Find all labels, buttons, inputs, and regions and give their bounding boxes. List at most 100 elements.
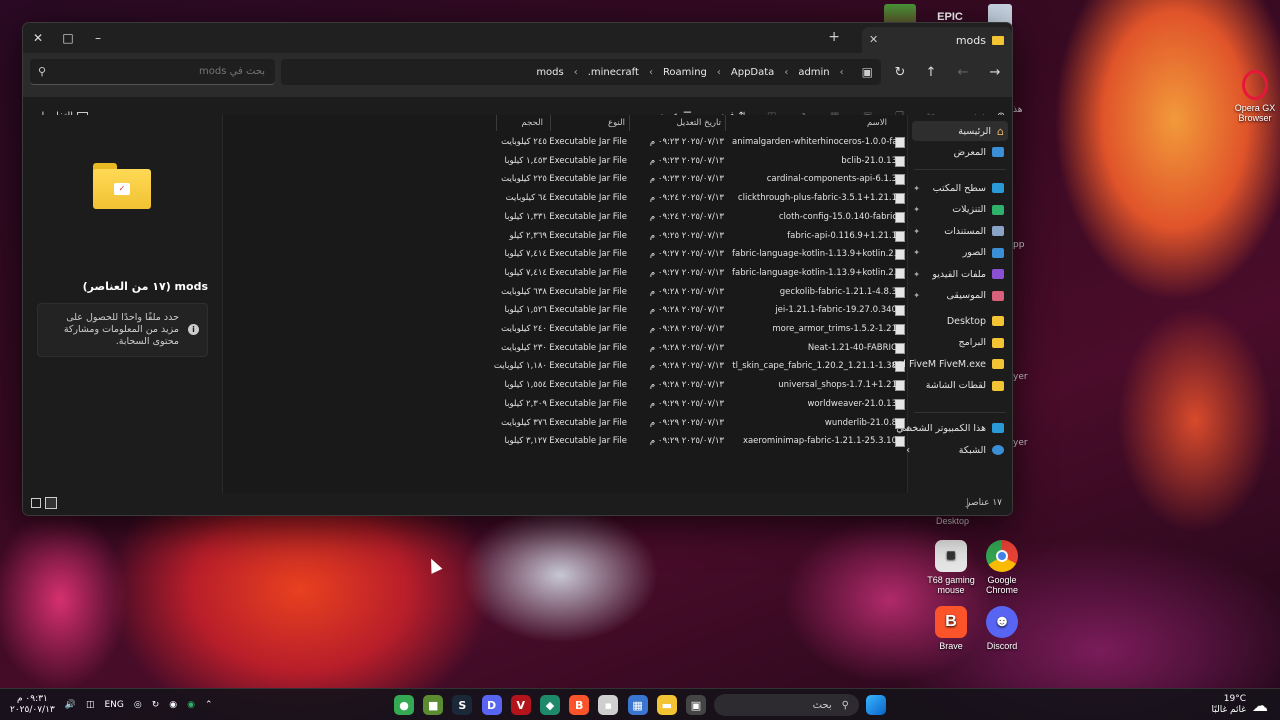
column-header-name[interactable]: الاسم bbox=[867, 115, 887, 131]
steam-tray-icon[interactable]: ◉ bbox=[169, 700, 177, 710]
file-row[interactable]: animalgarden-whiterhinoceros-1.0.0-fab..… bbox=[223, 133, 909, 152]
store-taskbar-icon[interactable]: ▦ bbox=[627, 695, 648, 715]
up-button[interactable]: ↑ bbox=[918, 59, 944, 85]
file-row[interactable]: worldweaver-21.0.13 ٢٠٢٥/٠٧/١٣ ٠٩:٢٩ م Exe… bbox=[223, 395, 909, 414]
documents-nav-icon bbox=[992, 226, 1004, 236]
column-header-type[interactable]: النوع bbox=[608, 115, 625, 131]
brave-taskbar-icon[interactable]: B bbox=[569, 695, 590, 715]
discord-taskbar-icon[interactable]: D bbox=[481, 695, 502, 715]
sync-icon[interactable]: ↻ bbox=[152, 700, 160, 710]
details-view-toggle[interactable] bbox=[31, 498, 41, 508]
close-tab-icon[interactable]: ✕ bbox=[869, 33, 878, 46]
weather-widget[interactable]: 19°C غائم غالبًا ☁ bbox=[1212, 689, 1268, 720]
back-button[interactable]: → bbox=[982, 59, 1008, 85]
microphone-icon[interactable]: ◎ bbox=[134, 700, 142, 710]
new-tab-button[interactable]: + bbox=[828, 29, 840, 45]
column-header-size[interactable]: الحجم bbox=[521, 115, 543, 131]
nav-folder-item[interactable]: Desktop bbox=[947, 311, 1004, 331]
breadcrumb-item[interactable]: Roaming bbox=[663, 67, 707, 78]
nav-folder-item[interactable]: لقطات الشاشة bbox=[926, 376, 1004, 396]
file-size: ٢٤٠ كيلوبايت bbox=[501, 324, 547, 334]
file-row[interactable]: cloth-config-15.0.140-fabric ٢٠٢٥/٠٧/١٣ ٠… bbox=[223, 208, 909, 227]
nav-network[interactable]: › الشبكة bbox=[906, 440, 1004, 460]
maximize-button[interactable]: □ bbox=[53, 23, 83, 53]
file-row[interactable]: universal_shops-1.7.1+1.21 ٢٠٢٥/٠٧/١٣ ٠٩:… bbox=[223, 376, 909, 395]
file-row[interactable]: Neat-1.21-40-FABRIC ٢٠٢٥/٠٧/١٣ ٠٩:٢٨ م Exe… bbox=[223, 339, 909, 358]
chrome-taskbar-icon[interactable]: ● bbox=[394, 695, 414, 715]
t68-mouse-shortcut[interactable]: ■ T68 gaming mouse bbox=[923, 540, 979, 595]
refresh-button[interactable]: ↻ bbox=[887, 59, 913, 85]
language-indicator[interactable]: ENG bbox=[104, 700, 123, 710]
nav-pinned-item[interactable]: ✦ الصور bbox=[913, 243, 1004, 263]
nav-home[interactable]: ⌂ الرئيسية bbox=[912, 121, 1008, 141]
voicemeeter-taskbar-icon[interactable]: V bbox=[510, 695, 531, 715]
search-box[interactable]: ⚲ bbox=[30, 59, 275, 85]
nav-this-pc[interactable]: › هذا الكمبيوتر الشخصي bbox=[896, 418, 1004, 438]
file-name: universal_shops-1.7.1+1.21 bbox=[778, 380, 897, 391]
brave-shortcut[interactable]: B Brave bbox=[923, 606, 979, 651]
shield-icon[interactable]: ◉ bbox=[187, 700, 195, 710]
file-name: fabric-language-kotlin-1.13.9+kotlin.2.3… bbox=[732, 267, 897, 278]
file-row[interactable]: geckolib-fabric-1.21.1-4.8.3 ٢٠٢٥/٠٧/١٣ ٠… bbox=[223, 283, 909, 302]
file-size: ١,٤٥٣ كيلوبا bbox=[504, 155, 547, 166]
taskbar-search[interactable]: بحث ⚲ bbox=[714, 694, 859, 716]
nav-pinned-item[interactable]: ✦ سطح المكتب bbox=[913, 178, 1004, 198]
nav-folder-item[interactable]: البرامج bbox=[958, 333, 1004, 353]
file-row[interactable]: bclib-21.0.13 ٢٠٢٥/٠٧/١٣ ٠٩:٢٣ م Executabl… bbox=[223, 152, 909, 171]
file-row[interactable]: fabric-api-0.116.9+1.21.1 ٢٠٢٥/٠٧/١٣ ٠٩:٢… bbox=[223, 227, 909, 246]
game-app-taskbar-icon[interactable]: ◆ bbox=[540, 695, 560, 715]
file-type: Executable Jar File bbox=[549, 398, 627, 409]
clock-time[interactable]: ٠٩:٣١ م bbox=[10, 694, 55, 705]
opera-gx-shortcut[interactable]: Opera GX Browser bbox=[1227, 70, 1280, 123]
file-row[interactable]: cardinal-components-api-6.1.3 ٢٠٢٥/٠٧/١٣ … bbox=[223, 170, 909, 189]
nav-pinned-item[interactable]: ✦ الموسيقى bbox=[913, 286, 1004, 306]
volume-icon[interactable]: 🔊 bbox=[65, 700, 76, 710]
nav-pinned-item[interactable]: ✦ ملفات الفيديو bbox=[913, 264, 1004, 284]
file-row[interactable]: more_armor_trims-1.5.2-1.21 ٢٠٢٥/٠٧/١٣ ٠٩… bbox=[223, 320, 909, 339]
clock-date[interactable]: ٢٠٢٥/٠٧/١٣ bbox=[10, 705, 55, 716]
discord-shortcut[interactable]: ☻ Discord bbox=[974, 606, 1030, 651]
chevron-right-icon[interactable]: › bbox=[906, 445, 910, 456]
minecraft-taskbar-icon[interactable]: ■ bbox=[423, 695, 444, 715]
nav-pinned-item[interactable]: ✦ المستندات bbox=[913, 221, 1004, 241]
column-header-date[interactable]: تاريخ التعديل bbox=[677, 115, 722, 131]
weather-temp: 19°C bbox=[1223, 694, 1246, 704]
search-input[interactable] bbox=[30, 59, 275, 84]
address-bar[interactable]: mods ‹ .minecraft ‹ Roaming ‹ AppData ‹ … bbox=[281, 59, 881, 85]
file-row[interactable]: fabric-language-kotlin-1.13.9+kotlin.2.3… bbox=[223, 245, 909, 264]
file-row[interactable]: xaerominimap-fabric-1.21.1-25.3.10 ٢٠٢٥/٠… bbox=[223, 432, 909, 451]
file-row[interactable]: wunderlib-21.0.8 ٢٠٢٥/٠٧/١٣ ٠٩:٢٩ م Execut… bbox=[223, 414, 909, 433]
explorer-taskbar-icon[interactable]: ▬ bbox=[656, 695, 677, 715]
close-window-button[interactable]: ✕ bbox=[23, 23, 53, 53]
breadcrumb-item[interactable]: admin bbox=[798, 67, 829, 78]
breadcrumb-item[interactable]: AppData bbox=[731, 67, 774, 78]
file-row[interactable]: jei-1.21.1-fabric-19.27.0.340 ٢٠٢٥/٠٧/١٣ … bbox=[223, 301, 909, 320]
chevron-right-icon[interactable]: › bbox=[906, 423, 910, 434]
tiles-view-toggle[interactable] bbox=[45, 497, 57, 509]
navigation-bar: ⚲ mods ‹ .minecraft ‹ Roaming ‹ AppData … bbox=[23, 53, 1012, 97]
chrome-shortcut[interactable]: Google Chrome bbox=[974, 540, 1030, 595]
nav-folder-item[interactable]: cal FiveM FiveM.exe bbox=[892, 354, 1004, 374]
wifi-icon[interactable]: ◫ bbox=[86, 700, 95, 710]
file-size: ٣٧٦ كيلوبايت bbox=[501, 417, 547, 428]
forward-button[interactable]: ← bbox=[950, 59, 976, 85]
minimize-button[interactable]: – bbox=[83, 23, 113, 53]
file-date: ٢٠٢٥/٠٧/١٣ ٠٩:٢٨ م bbox=[649, 361, 724, 372]
monitor-icon[interactable]: ▣ bbox=[862, 65, 873, 79]
nav-gallery[interactable]: المعرض bbox=[954, 142, 1004, 162]
pictures-nav-icon bbox=[992, 247, 1004, 258]
file-type: Executable Jar File bbox=[549, 174, 627, 185]
steam-taskbar-icon[interactable]: S bbox=[452, 695, 473, 715]
start-button[interactable] bbox=[866, 695, 886, 715]
chevron-up-icon[interactable]: ⌃ bbox=[205, 700, 213, 710]
nav-pinned-item[interactable]: ✦ التنزيلات bbox=[913, 200, 1004, 220]
breadcrumb-item[interactable]: .minecraft bbox=[588, 67, 639, 78]
file-row[interactable]: tl_skin_cape_fabric_1.20.2_1.21.1-1.38 ٢٠… bbox=[223, 357, 909, 376]
breadcrumb-item[interactable]: mods bbox=[536, 67, 563, 78]
taskview-taskbar-icon[interactable]: ▣ bbox=[686, 695, 706, 715]
file-row[interactable]: fabric-language-kotlin-1.13.9+kotlin.2.3… bbox=[223, 264, 909, 283]
tab-mods[interactable]: ✕ mods bbox=[862, 27, 1012, 53]
mouse-taskbar-icon[interactable]: ▪ bbox=[598, 695, 619, 715]
file-row[interactable]: clickthrough-plus-fabric-3.5.1+1.21.1 ٢٠٢… bbox=[223, 189, 909, 208]
computer-icon bbox=[992, 423, 1004, 433]
